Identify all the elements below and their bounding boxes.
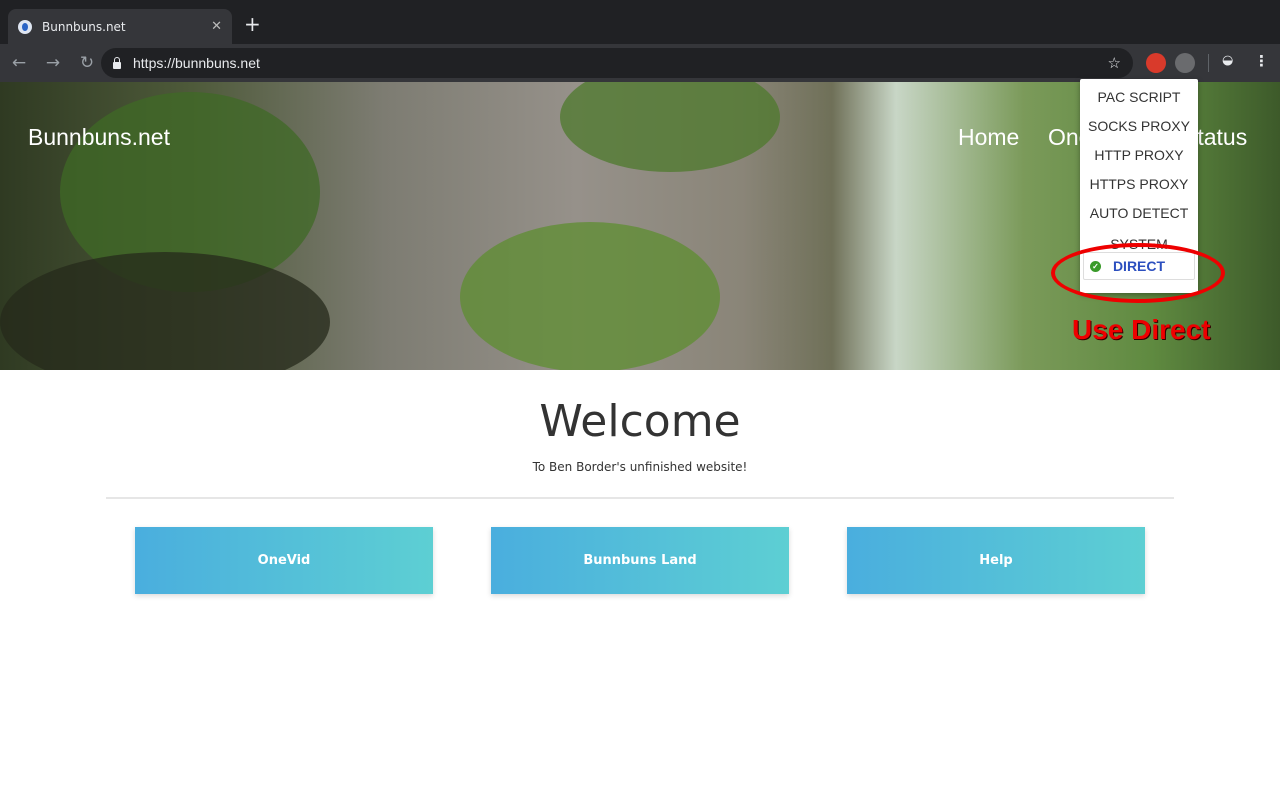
menu-item-auto-detect[interactable]: AUTO DETECT [1080, 203, 1198, 232]
adblock-extension-icon[interactable] [1146, 53, 1166, 73]
proxy-extension-icon[interactable] [1175, 53, 1195, 73]
incognito-icon[interactable]: ◒ [1222, 53, 1233, 68]
divider [106, 497, 1174, 499]
reload-icon[interactable]: ↻ [72, 53, 102, 73]
annotation-text: Use Direct [1072, 314, 1211, 345]
more-menu-icon[interactable]: ⋮ [1254, 52, 1269, 70]
lock-icon [113, 56, 121, 69]
page-subtitle: To Ben Border's unfinished website! [532, 460, 748, 474]
close-tab-icon[interactable]: ✕ [211, 19, 222, 34]
page-title: Welcome [539, 396, 741, 447]
menu-item-pac-script[interactable]: PAC SCRIPT [1080, 87, 1198, 116]
menu-item-http-proxy[interactable]: HTTP PROXY [1080, 145, 1198, 174]
annotation-circle [1051, 243, 1225, 303]
bookmark-star-icon[interactable]: ☆ [1108, 54, 1121, 72]
browser-tab[interactable]: Bunnbuns.net ✕ [8, 9, 232, 44]
tab-title: Bunnbuns.net [42, 19, 126, 34]
browser-toolbar: ← → ↻ https://bunnbuns.net ☆ ◒ ⋮ [0, 44, 1280, 82]
tab-strip: Bunnbuns.net ✕ + [0, 0, 1280, 44]
address-bar[interactable]: https://bunnbuns.net ☆ [101, 48, 1133, 78]
forward-icon[interactable]: → [38, 53, 68, 73]
site-brand[interactable]: Bunnbuns.net [28, 124, 170, 151]
toolbar-divider [1208, 54, 1209, 72]
new-tab-button[interactable]: + [244, 12, 261, 36]
url-text: https://bunnbuns.net [133, 55, 260, 71]
menu-item-socks-proxy[interactable]: SOCKS PROXY [1080, 116, 1198, 145]
back-icon[interactable]: ← [4, 53, 34, 73]
onevid-button[interactable]: OneVid [135, 527, 433, 594]
nav-home[interactable]: Home [958, 124, 1019, 151]
menu-item-https-proxy[interactable]: HTTPS PROXY [1080, 174, 1198, 203]
bunnbuns-land-button[interactable]: Bunnbuns Land [491, 527, 789, 594]
site-favicon-icon [18, 19, 32, 34]
help-button[interactable]: Help [847, 527, 1145, 594]
